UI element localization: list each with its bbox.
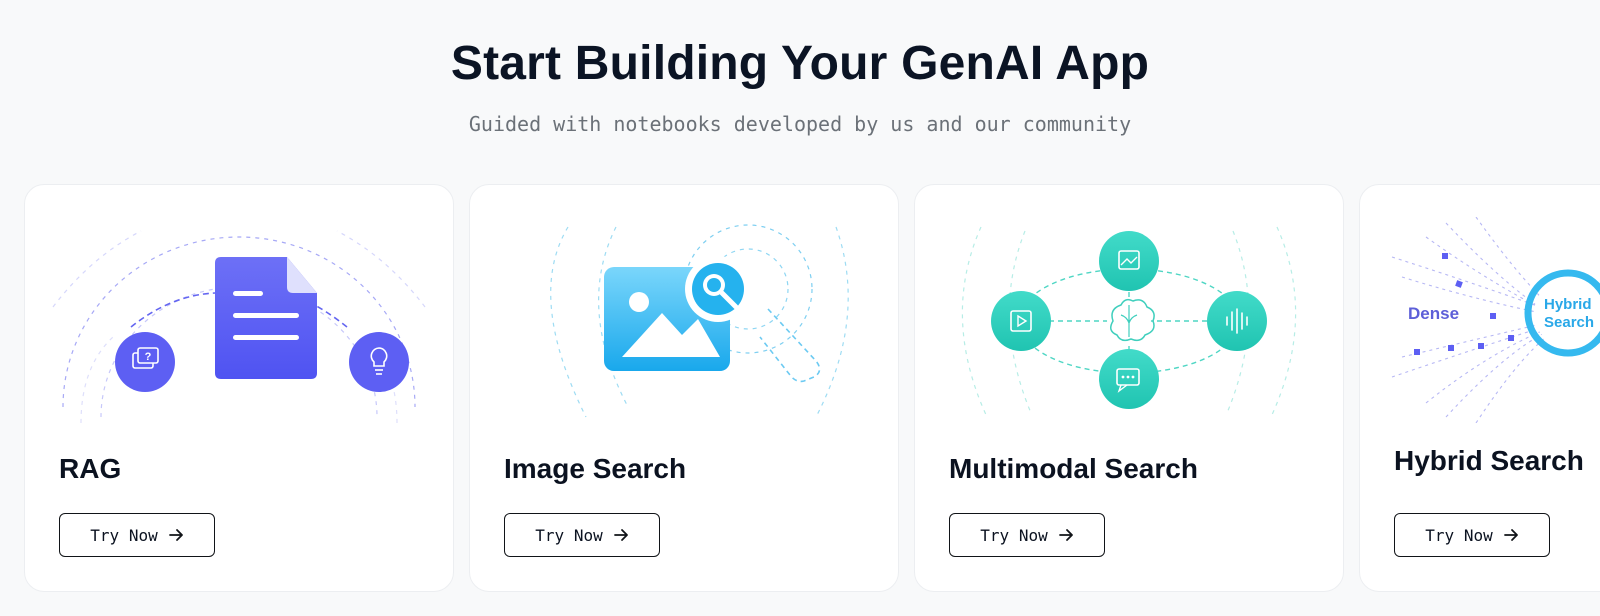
try-now-label: Try Now	[1425, 525, 1493, 545]
card-hybrid-search: Dense Hybrid Search Hybrid Search Try No…	[1359, 184, 1600, 592]
card-title: Hybrid Search	[1394, 445, 1584, 476]
try-now-button[interactable]: Try Now	[59, 513, 215, 557]
multimodal-search-illustration	[961, 226, 1297, 418]
chat-node-icon	[1099, 349, 1159, 409]
arrow-right-icon	[168, 529, 183, 541]
image-node-icon	[1099, 231, 1159, 291]
video-node-icon	[991, 291, 1051, 351]
hybrid-search-illustration: Dense Hybrid Search	[1391, 217, 1600, 423]
arrow-right-icon	[613, 529, 628, 541]
arrow-right-icon	[1058, 529, 1073, 541]
try-now-button[interactable]: Try Now	[949, 513, 1105, 557]
document-icon	[215, 257, 317, 379]
arrow-right-icon	[1503, 529, 1518, 541]
card-title: Image Search	[504, 453, 687, 484]
card-title: Multimodal Search	[949, 453, 1198, 484]
dense-label: Dense	[1408, 304, 1459, 323]
lightbulb-icon	[349, 332, 409, 392]
try-now-button[interactable]: Try Now	[504, 513, 660, 557]
card-title: RAG	[59, 453, 122, 484]
magnifier-icon	[685, 256, 751, 322]
audio-node-icon	[1207, 291, 1267, 351]
rag-illustration: ?	[52, 230, 426, 423]
question-chat-icon: ?	[115, 332, 175, 392]
hybrid-label-line2: Search	[1544, 314, 1594, 331]
hybrid-label-line1: Hybrid	[1544, 296, 1592, 313]
use-case-cards: ? RAG Try Now Image Search Try Now Multi…	[0, 0, 1600, 616]
card-image-search: Image Search Try Now	[469, 184, 899, 592]
card-rag: ? RAG Try Now	[24, 184, 454, 592]
try-now-label: Try Now	[535, 525, 603, 545]
try-now-button[interactable]: Try Now	[1394, 513, 1550, 557]
card-multimodal-search: Multimodal Search Try Now	[914, 184, 1344, 592]
brain-icon	[1107, 298, 1155, 343]
try-now-label: Try Now	[90, 525, 158, 545]
svg-text:?: ?	[145, 351, 152, 363]
try-now-label: Try Now	[980, 525, 1048, 545]
image-search-illustration	[550, 224, 849, 418]
